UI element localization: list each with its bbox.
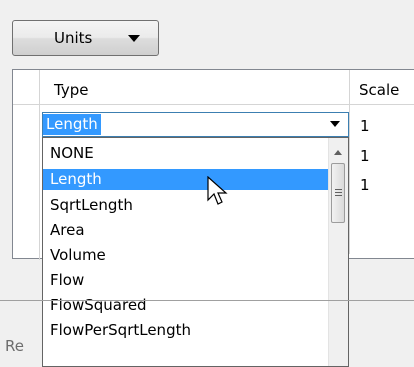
chevron-down-icon	[128, 35, 140, 42]
units-dropdown-button[interactable]: Units	[12, 20, 159, 56]
mouse-pointer-icon	[207, 176, 228, 205]
dropdown-option[interactable]: FlowPerSqrtLength	[43, 320, 329, 341]
cell-divider	[349, 104, 350, 254]
grip-line	[335, 192, 342, 193]
scroll-up-arrow-icon[interactable]	[334, 150, 342, 155]
dropdown-option[interactable]: NONE	[43, 143, 329, 164]
grip-line	[335, 195, 342, 196]
type-combobox-value: Length	[43, 114, 101, 135]
separator	[0, 300, 414, 301]
column-divider[interactable]	[349, 70, 350, 104]
column-header-scale[interactable]: Scale	[359, 81, 399, 99]
dropdown-scrollbar[interactable]	[328, 138, 348, 366]
dropdown-option[interactable]: FlowSquared	[43, 295, 329, 316]
row-header-cells	[13, 105, 40, 260]
scale-cell[interactable]: 1	[360, 117, 370, 135]
dropdown-option[interactable]: Area	[43, 220, 329, 241]
type-dropdown-list[interactable]: NONE Length SqrtLength Area Volume Flow …	[42, 137, 349, 367]
scrollbar-thumb[interactable]	[331, 163, 345, 223]
grid-header: Type Scale	[13, 70, 414, 105]
chevron-down-icon[interactable]	[330, 121, 340, 127]
dropdown-option-selected[interactable]: Length	[43, 169, 329, 190]
row-header-column	[13, 70, 40, 104]
grip-line	[335, 189, 342, 190]
units-button-label: Units	[54, 29, 93, 47]
dropdown-option[interactable]: Flow	[43, 270, 329, 291]
scale-cell[interactable]: 1	[360, 147, 370, 165]
partial-label: Re	[5, 337, 24, 355]
column-header-type[interactable]: Type	[54, 81, 88, 99]
scale-cell[interactable]: 1	[360, 176, 370, 194]
type-combobox[interactable]: Length	[42, 112, 349, 137]
dropdown-option[interactable]: SqrtLength	[43, 195, 329, 216]
dropdown-option[interactable]: Volume	[43, 245, 329, 266]
